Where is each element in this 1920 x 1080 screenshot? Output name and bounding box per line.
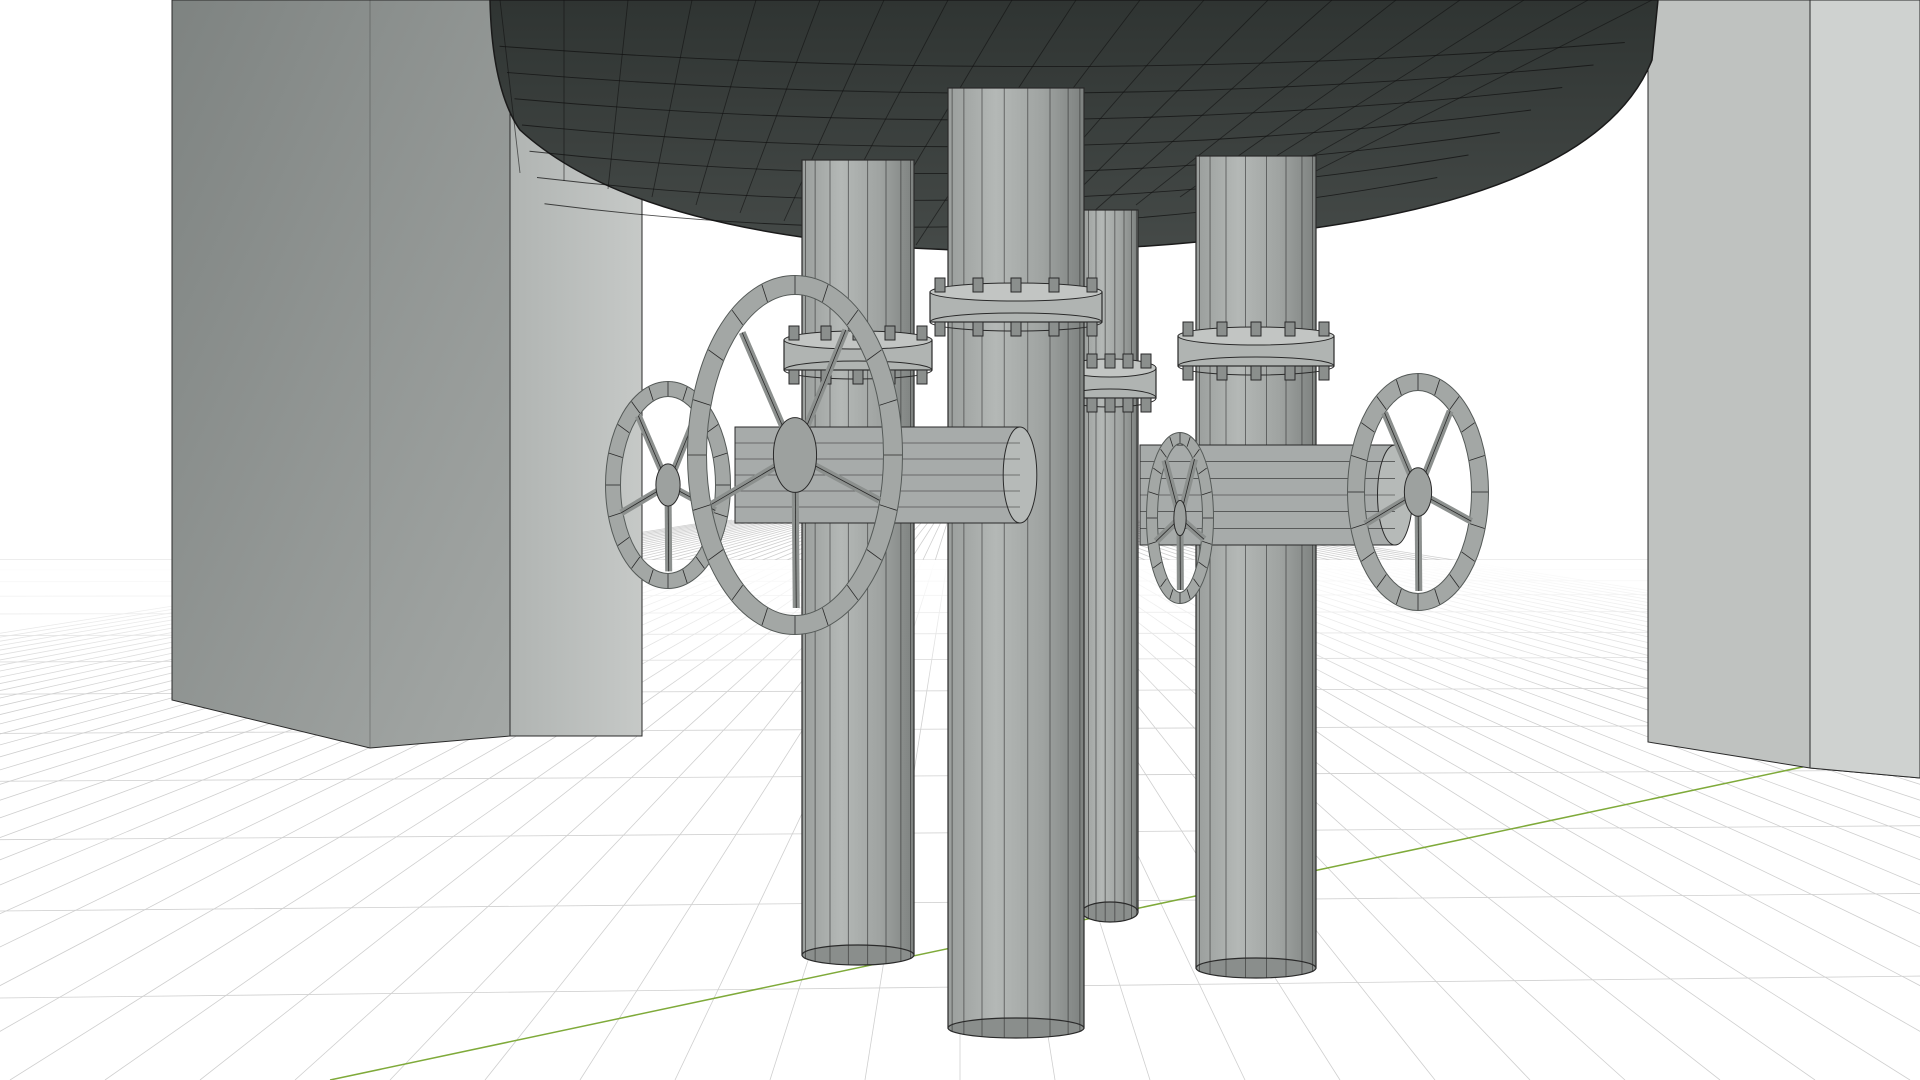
bolt (1216, 365, 1228, 381)
bolt (1048, 277, 1060, 293)
bolt (972, 321, 984, 337)
bolt (884, 325, 896, 341)
bolt (1048, 321, 1060, 337)
bolt (1086, 277, 1098, 293)
bolt (1318, 321, 1330, 337)
bolt (1216, 321, 1228, 337)
bolt (788, 325, 800, 341)
bolt (1086, 321, 1098, 337)
viewport-scene[interactable] (0, 0, 1920, 1080)
bolt (972, 277, 984, 293)
bolt (916, 369, 928, 385)
bolt (1086, 397, 1098, 413)
bolt (788, 369, 800, 385)
bolt (1104, 397, 1116, 413)
bolt (1284, 321, 1296, 337)
bolt (1284, 365, 1296, 381)
bolt (1250, 365, 1262, 381)
bolt (916, 325, 928, 341)
bolt (1140, 397, 1152, 413)
bolt (1250, 321, 1262, 337)
bolt (1010, 321, 1022, 337)
right-block[interactable] (1647, 0, 1920, 779)
pipe-front-center[interactable] (929, 87, 1103, 1039)
bolt (1104, 353, 1116, 369)
bolt (1182, 321, 1194, 337)
3d-viewport[interactable] (0, 0, 1920, 1080)
bolt (1122, 397, 1134, 413)
bolt (1182, 365, 1194, 381)
bolt (1140, 353, 1152, 369)
bolt (852, 369, 864, 385)
bolt (1318, 365, 1330, 381)
bolt (934, 321, 946, 337)
bolt (1086, 353, 1098, 369)
bolt (934, 277, 946, 293)
bolt (820, 325, 832, 341)
bolt (1010, 277, 1022, 293)
bolt (1122, 353, 1134, 369)
